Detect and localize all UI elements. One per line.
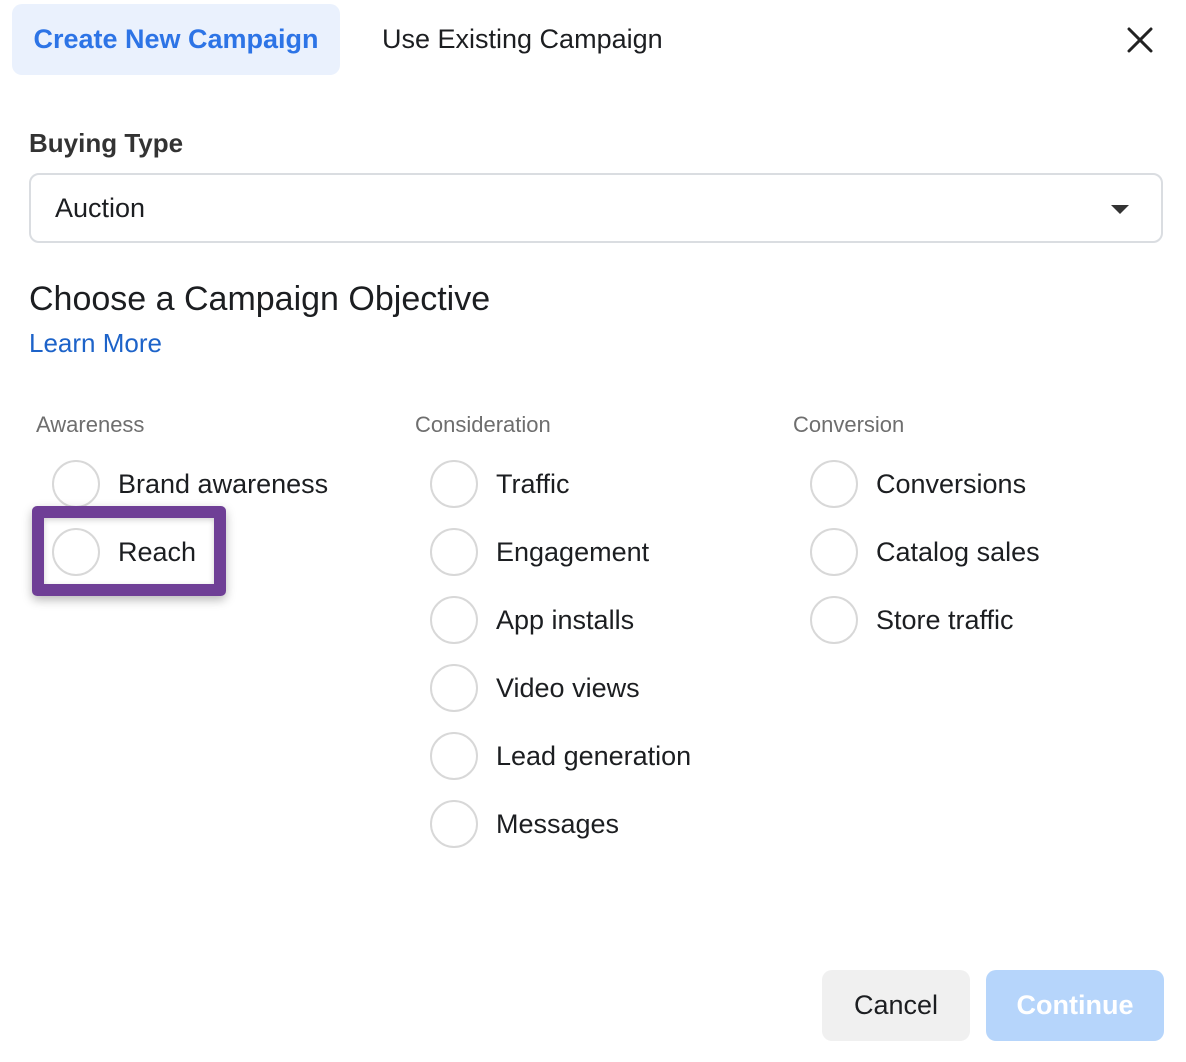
buying-type-select[interactable]: Auction — [29, 173, 1163, 243]
tab-label: Create New Campaign — [33, 24, 319, 54]
radio-button[interactable] — [52, 460, 100, 508]
column-title: Conversion — [793, 412, 905, 437]
radio-button[interactable] — [430, 528, 478, 576]
close-icon — [1127, 27, 1153, 53]
option-label: Conversions — [876, 468, 1027, 499]
option-messages[interactable]: Messages — [430, 800, 619, 848]
tab-create-new-campaign[interactable]: Create New Campaign — [12, 4, 340, 75]
option-engagement[interactable]: Engagement — [430, 528, 649, 576]
option-label: Store traffic — [876, 604, 1014, 635]
learn-more-link[interactable]: Learn More — [29, 328, 162, 359]
buying-type-value: Auction — [55, 192, 146, 223]
option-reach[interactable]: Reach — [52, 528, 196, 576]
option-brand-awareness[interactable]: Brand awareness — [52, 460, 328, 508]
objective-heading: Choose a Campaign Objective — [29, 280, 491, 318]
tab-label: Use Existing Campaign — [382, 24, 663, 54]
radio-button[interactable] — [430, 732, 478, 780]
column-awareness: Awareness — [29, 412, 144, 446]
column-consideration: Consideration — [408, 412, 551, 446]
option-traffic[interactable]: Traffic — [430, 460, 570, 508]
option-label: Reach — [118, 536, 197, 567]
option-label: Video views — [496, 672, 640, 703]
cancel-button[interactable]: Cancel — [822, 970, 970, 1041]
option-catalog-sales[interactable]: Catalog sales — [810, 528, 1040, 576]
option-label: Catalog sales — [876, 536, 1040, 567]
continue-button[interactable]: Continue — [986, 970, 1164, 1041]
radio-button[interactable] — [430, 664, 478, 712]
option-video-views[interactable]: Video views — [430, 664, 640, 712]
option-conversions[interactable]: Conversions — [810, 460, 1026, 508]
radio-button[interactable] — [430, 460, 478, 508]
caret-down-icon — [1111, 205, 1129, 214]
radio-button[interactable] — [430, 596, 478, 644]
radio-button[interactable] — [430, 800, 478, 848]
option-label: App installs — [496, 604, 635, 635]
option-label: Brand awareness — [118, 468, 329, 499]
radio-button[interactable] — [810, 460, 858, 508]
tab-use-existing-campaign[interactable]: Use Existing Campaign — [382, 4, 663, 75]
close-button[interactable] — [1118, 18, 1162, 62]
option-store-traffic[interactable]: Store traffic — [810, 596, 1014, 644]
option-label: Messages — [496, 808, 620, 839]
radio-button[interactable] — [810, 528, 858, 576]
column-title: Consideration — [415, 412, 551, 437]
option-label: Traffic — [496, 468, 570, 499]
option-label: Engagement — [496, 536, 650, 567]
column-conversion: Conversion — [786, 412, 904, 446]
radio-button[interactable] — [52, 528, 100, 576]
buying-type-label: Buying Type — [29, 128, 184, 158]
option-label: Lead generation — [496, 740, 692, 771]
option-lead-generation[interactable]: Lead generation — [430, 732, 691, 780]
radio-button[interactable] — [810, 596, 858, 644]
column-title: Awareness — [36, 412, 145, 437]
option-app-installs[interactable]: App installs — [430, 596, 634, 644]
